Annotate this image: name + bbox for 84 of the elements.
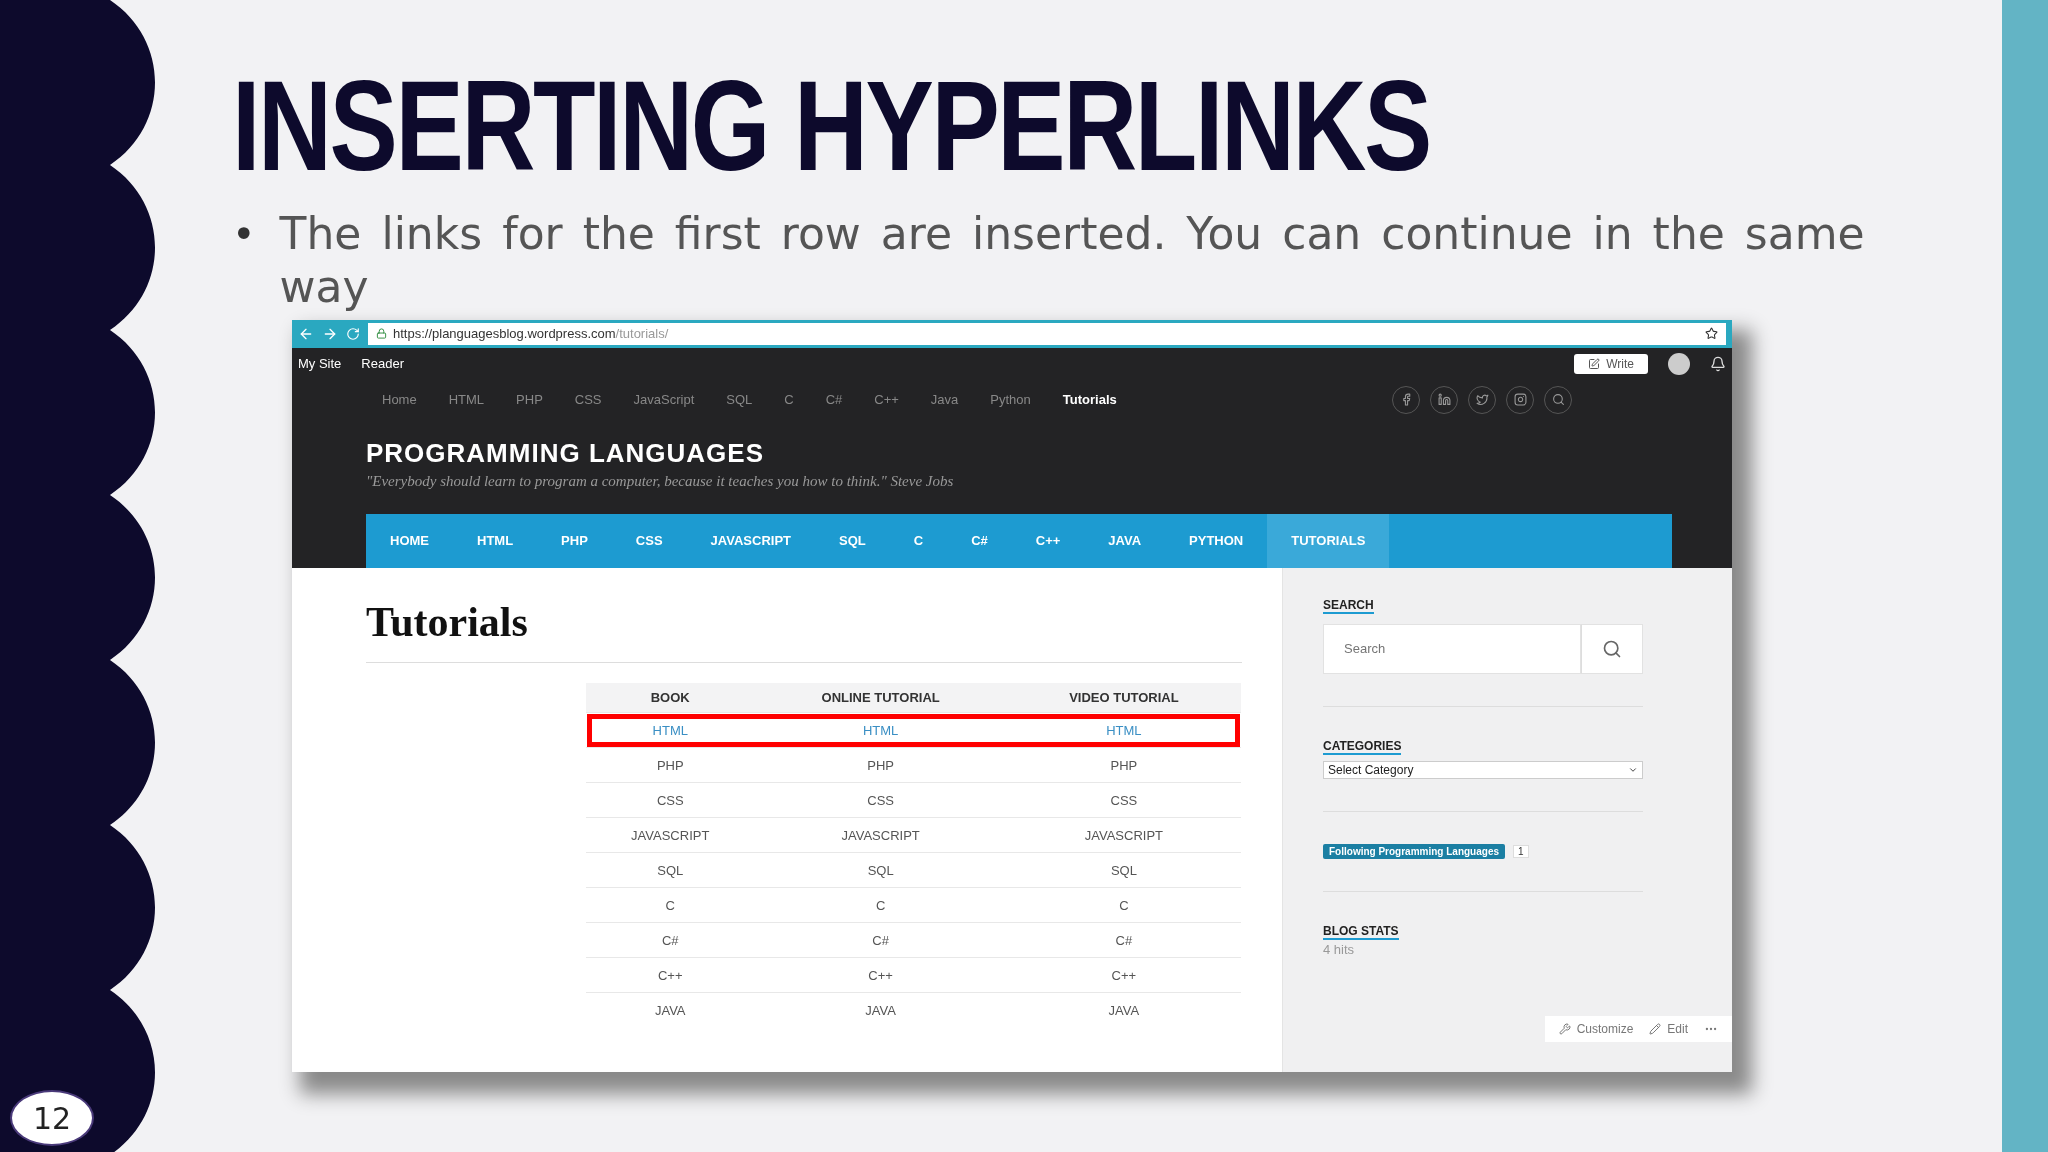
menu-item[interactable]: PHP	[537, 513, 612, 568]
table-link[interactable]: HTML	[586, 712, 755, 748]
table-cell: C#	[754, 922, 1007, 958]
table-cell: CSS	[586, 782, 755, 818]
category-select[interactable]: Select Category	[1323, 760, 1643, 779]
menu-item[interactable]: SQL	[815, 513, 890, 568]
nav-link[interactable]: Tutorials	[1062, 392, 1117, 408]
menu-item[interactable]: CSS	[611, 513, 687, 568]
table-cell: PHP	[586, 747, 755, 783]
table-cell: SQL	[586, 852, 755, 888]
table-link[interactable]: HTML	[1006, 712, 1241, 748]
table-cell: C#	[1006, 922, 1241, 958]
lock-icon	[376, 328, 387, 340]
table-cell: C#	[586, 922, 755, 958]
site-title: PROGRAMMING LANGUAGES	[366, 437, 765, 469]
widget-title: SEARCH	[1323, 597, 1374, 614]
table-cell: SQL	[754, 852, 1007, 888]
nav-link[interactable]: SQL	[726, 392, 753, 408]
slide-title: INSERTING HYPERLINKS	[232, 62, 1431, 190]
write-button[interactable]: Write	[1574, 353, 1648, 374]
table-cell: JAVA	[754, 992, 1007, 1028]
avatar-icon[interactable]	[1668, 352, 1690, 375]
table-cell: C	[586, 887, 755, 923]
menu-item[interactable]: C	[889, 513, 948, 568]
bullet-text: The links for the first row are inserted. You can continue in the same way	[279, 208, 1866, 314]
customize-link[interactable]: Customize	[1558, 1021, 1634, 1036]
column-header: VIDEO TUTORIAL	[1006, 682, 1241, 713]
nav-link[interactable]: HTML	[448, 392, 485, 408]
table-cell: CSS	[1006, 782, 1241, 818]
table-cell: JAVA	[586, 992, 755, 1028]
column-header: BOOK	[586, 682, 755, 713]
widget-title: BLOG STATS	[1323, 923, 1399, 940]
site-tagline: "Everybody should learn to program a computer, because it teaches you how to think." Steve Jobs	[366, 472, 955, 490]
follow-button[interactable]: Following Programming Languages	[1323, 843, 1505, 859]
table-cell: JAVASCRIPT	[754, 817, 1007, 853]
menu-item[interactable]: HTML	[453, 513, 538, 568]
table-cell: C++	[754, 957, 1007, 993]
menu-item[interactable]: TUTORIALS	[1267, 513, 1390, 568]
menu-item[interactable]: HOME	[366, 513, 453, 568]
pencil-icon	[1649, 1022, 1662, 1035]
star-icon[interactable]	[1705, 327, 1718, 341]
menu-item[interactable]: JAVA	[1084, 513, 1166, 568]
search-icon	[1602, 638, 1622, 659]
notification-icon[interactable]	[1710, 355, 1726, 372]
table-cell: C++	[1006, 957, 1241, 993]
column-header: ONLINE TUTORIAL	[754, 682, 1007, 713]
menu-item[interactable]: PYTHON	[1165, 513, 1268, 568]
search-button[interactable]	[1581, 623, 1643, 674]
nav-link[interactable]: CSS	[574, 392, 602, 408]
follower-count: 1	[1513, 844, 1529, 858]
menu-item[interactable]: JAVASCRIPT	[686, 513, 815, 568]
table-cell: C	[754, 887, 1007, 923]
address-field[interactable]: https://planguagesblog.wordpress.com/tutorials/	[368, 322, 1726, 345]
search-field[interactable]: Search	[1323, 623, 1581, 674]
table-cell: C	[1006, 887, 1241, 923]
stats-value: 4 hits	[1323, 941, 1356, 957]
nav-link[interactable]: Python	[990, 392, 1031, 408]
table-link[interactable]: HTML	[754, 712, 1007, 748]
table-cell: JAVA	[1006, 992, 1241, 1028]
nav-link[interactable]: JavaScript	[633, 392, 695, 408]
nav-link[interactable]: C++	[874, 392, 899, 408]
reader-link[interactable]: Reader	[361, 356, 404, 372]
nav-link[interactable]: Home	[382, 392, 417, 408]
menu-item[interactable]: C++	[1011, 513, 1085, 568]
wrench-icon	[1558, 1022, 1571, 1035]
my-site-link[interactable]: My Site	[298, 356, 342, 372]
menu-item[interactable]: C#	[947, 513, 1012, 568]
widget-title: CATEGORIES	[1323, 738, 1402, 755]
table-cell: CSS	[754, 782, 1007, 818]
table-cell: JAVASCRIPT	[1006, 817, 1241, 853]
nav-link[interactable]: C	[784, 392, 794, 408]
table-cell: JAVASCRIPT	[586, 817, 755, 853]
table-cell: C++	[586, 957, 755, 993]
nav-link[interactable]: Java	[930, 392, 959, 408]
table-cell: PHP	[754, 747, 1007, 783]
table-cell: SQL	[1006, 852, 1241, 888]
nav-link[interactable]: PHP	[516, 392, 543, 408]
page-title: Tutorials	[366, 597, 1242, 663]
bullet-marker: •	[232, 210, 256, 259]
nav-link[interactable]: C#	[825, 392, 843, 408]
edit-link[interactable]: Edit	[1649, 1021, 1688, 1036]
reload-icon[interactable]	[346, 326, 360, 341]
pencil-icon	[1588, 357, 1601, 370]
table-cell: PHP	[1006, 747, 1241, 783]
